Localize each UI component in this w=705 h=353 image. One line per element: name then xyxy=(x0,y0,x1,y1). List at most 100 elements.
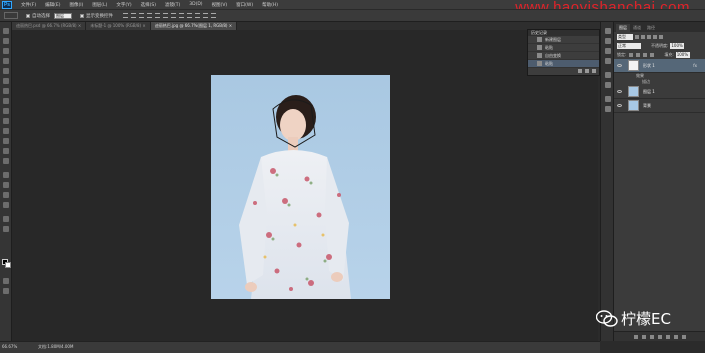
info-panel-icon[interactable] xyxy=(605,96,611,102)
align-vcenter-icon[interactable] xyxy=(131,13,136,18)
history-item-current[interactable]: 粘贴 xyxy=(528,60,599,68)
distribute-top-icon[interactable] xyxy=(171,13,176,18)
menu-view[interactable]: 视图(V) xyxy=(212,2,228,8)
align-hcenter-icon[interactable] xyxy=(155,13,160,18)
swatches-panel-icon[interactable] xyxy=(605,82,611,88)
distribute-bottom-icon[interactable] xyxy=(187,13,192,18)
layer-row-shape[interactable]: 形状 1 fx xyxy=(614,59,705,73)
trash-icon[interactable] xyxy=(592,69,596,73)
character-panel-icon[interactable] xyxy=(605,48,611,54)
auto-select-checkbox[interactable] xyxy=(26,13,30,18)
menu-3d[interactable]: 3D(D) xyxy=(189,2,202,7)
new-adjustment-icon[interactable] xyxy=(657,334,662,339)
add-style-icon[interactable] xyxy=(641,334,646,339)
distribute-right-icon[interactable] xyxy=(211,13,216,18)
move-tool-icon[interactable] xyxy=(3,28,9,34)
menu-window[interactable]: 窗口(W) xyxy=(236,2,253,8)
visibility-eye-icon[interactable] xyxy=(617,90,622,93)
background-color-swatch[interactable] xyxy=(5,262,11,268)
adjustments-panel-icon[interactable] xyxy=(605,72,611,78)
path-select-tool-icon[interactable] xyxy=(3,192,9,198)
hand-tool-icon[interactable] xyxy=(3,216,9,222)
menu-type[interactable]: 文字(Y) xyxy=(116,2,131,8)
menu-select[interactable]: 选择(S) xyxy=(141,2,156,8)
layer-name[interactable]: 图层 1 xyxy=(643,89,655,95)
document-tab[interactable]: 未标题-1 @ 100% (RGB/8) × xyxy=(86,22,151,30)
trash-icon[interactable] xyxy=(681,334,686,339)
menu-edit[interactable]: 编辑(E) xyxy=(45,2,60,8)
lock-all-icon[interactable] xyxy=(650,52,655,57)
eraser-tool-icon[interactable] xyxy=(3,128,9,134)
quick-mask-icon[interactable] xyxy=(3,278,9,284)
gradient-tool-icon[interactable] xyxy=(3,138,9,144)
new-document-from-state-icon[interactable] xyxy=(578,69,582,73)
dodge-tool-icon[interactable] xyxy=(3,158,9,164)
layer-name[interactable]: 背景 xyxy=(643,103,651,109)
menu-layer[interactable]: 图层(L) xyxy=(92,2,107,8)
properties-panel-icon[interactable] xyxy=(605,38,611,44)
visibility-eye-icon[interactable] xyxy=(617,64,622,67)
show-transform-checkbox[interactable] xyxy=(80,13,84,18)
align-top-icon[interactable] xyxy=(123,13,128,18)
document-tab-active[interactable]: 迪丽热巴.jpg @ 66.7%(图层 1, RGB/8) × xyxy=(150,22,238,30)
zoom-level[interactable]: 66.67% xyxy=(2,344,17,349)
tab-channels[interactable]: 通道 xyxy=(630,24,644,32)
quick-select-tool-icon[interactable] xyxy=(3,58,9,64)
snapshot-camera-icon[interactable] xyxy=(585,69,589,73)
document-info[interactable]: 文档:1.80M/4.00M xyxy=(38,344,73,350)
menu-file[interactable]: 文件(F) xyxy=(21,2,36,8)
menu-help[interactable]: 帮助(H) xyxy=(262,2,278,8)
brush-tool-icon[interactable] xyxy=(3,98,9,104)
layer-filter-kind-dropdown[interactable]: 类型 xyxy=(617,33,633,40)
shape-tool-icon[interactable] xyxy=(3,202,9,208)
history-panel-icon[interactable] xyxy=(605,28,611,34)
distribute-hcenter-icon[interactable] xyxy=(203,13,208,18)
distribute-vcenter-icon[interactable] xyxy=(179,13,184,18)
fx-badge-icon[interactable]: fx xyxy=(693,63,697,68)
tab-layers[interactable]: 图层 xyxy=(616,24,630,32)
link-layers-icon[interactable] xyxy=(633,334,638,339)
type-tool-icon[interactable] xyxy=(3,182,9,188)
history-item[interactable]: 粘贴 xyxy=(528,44,599,52)
opacity-input[interactable]: 100% xyxy=(670,42,685,49)
lock-position-icon[interactable] xyxy=(643,52,648,57)
history-brush-tool-icon[interactable] xyxy=(3,118,9,124)
filter-shape-icon[interactable] xyxy=(653,34,657,39)
filter-smart-object-icon[interactable] xyxy=(659,34,663,39)
paragraph-panel-icon[interactable] xyxy=(605,58,611,64)
history-item[interactable]: 自由变换 xyxy=(528,52,599,60)
filter-pixel-icon[interactable] xyxy=(635,34,639,39)
filter-adjustment-icon[interactable] xyxy=(641,34,645,39)
visibility-eye-icon[interactable] xyxy=(617,104,622,107)
align-bottom-icon[interactable] xyxy=(139,13,144,18)
blur-tool-icon[interactable] xyxy=(3,148,9,154)
brush-panel-icon[interactable] xyxy=(605,106,611,112)
document-canvas[interactable] xyxy=(211,75,390,299)
history-item[interactable]: 新建图层 xyxy=(528,36,599,44)
distribute-left-icon[interactable] xyxy=(195,13,200,18)
lock-image-icon[interactable] xyxy=(636,52,641,57)
tool-preset-picker[interactable] xyxy=(4,12,18,19)
healing-brush-tool-icon[interactable] xyxy=(3,88,9,94)
tab-paths[interactable]: 路径 xyxy=(644,24,658,32)
lock-transparent-icon[interactable] xyxy=(629,52,634,57)
menu-filter[interactable]: 滤镜(T) xyxy=(165,2,180,8)
marquee-tool-icon[interactable] xyxy=(3,38,9,44)
canvas-area[interactable] xyxy=(12,30,598,341)
new-layer-icon[interactable] xyxy=(673,334,678,339)
add-mask-icon[interactable] xyxy=(649,334,654,339)
clone-stamp-tool-icon[interactable] xyxy=(3,108,9,114)
layer-row-image[interactable]: 图层 1 xyxy=(614,85,705,99)
layer-row-background[interactable]: 背景 xyxy=(614,99,705,113)
align-right-icon[interactable] xyxy=(163,13,168,18)
crop-tool-icon[interactable] xyxy=(3,68,9,74)
layer-name[interactable]: 形状 1 xyxy=(643,63,655,69)
document-tab[interactable]: 迪丽热巴.psd @ 66.7% (RGB/8) × xyxy=(12,22,87,30)
lasso-tool-icon[interactable] xyxy=(3,48,9,54)
new-group-icon[interactable] xyxy=(665,334,670,339)
zoom-tool-icon[interactable] xyxy=(3,226,9,232)
auto-select-dropdown[interactable]: 图层 xyxy=(54,12,72,19)
eyedropper-tool-icon[interactable] xyxy=(3,78,9,84)
filter-type-icon[interactable] xyxy=(647,34,651,39)
pen-tool-icon[interactable] xyxy=(3,172,9,178)
